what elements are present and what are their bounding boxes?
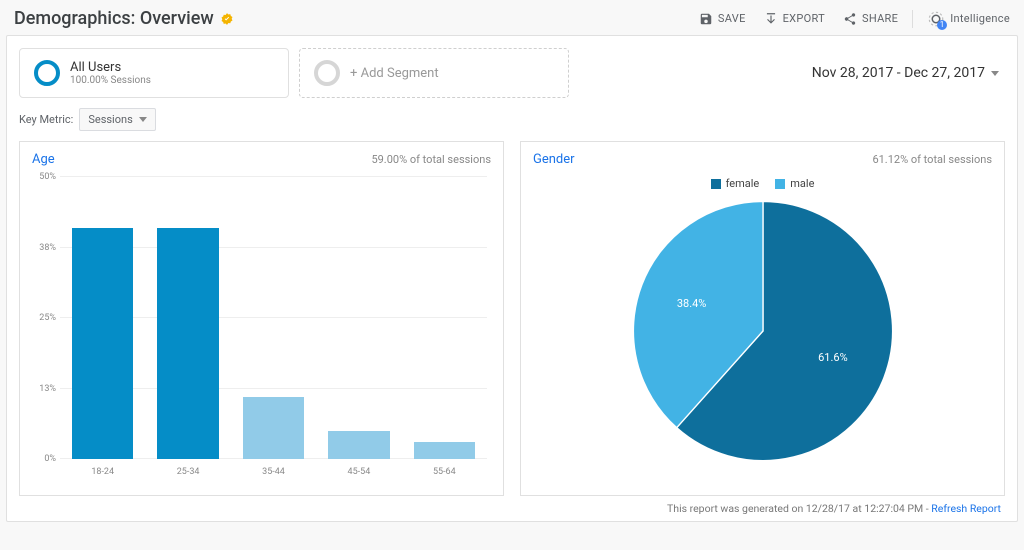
intelligence-label: Intelligence — [950, 12, 1010, 25]
report-footer: This report was generated on 12/28/17 at… — [19, 496, 1005, 515]
add-segment-label: + Add Segment — [350, 66, 439, 81]
legend-label: female — [726, 177, 760, 190]
export-button[interactable]: Export — [764, 12, 825, 26]
share-icon — [843, 12, 857, 26]
segment-ring-icon — [34, 60, 60, 86]
key-metric-value: Sessions — [88, 113, 132, 126]
legend-item[interactable]: female — [711, 177, 760, 190]
refresh-report-link[interactable]: Refresh Report — [931, 502, 1001, 515]
footer-text: This report was generated on 12/28/17 at… — [667, 502, 931, 515]
age-bar[interactable] — [414, 442, 475, 459]
segment-all-users[interactable]: All Users 100.00% Sessions — [19, 48, 289, 98]
share-label: Share — [862, 12, 898, 25]
age-bar-label: 25-34 — [177, 467, 200, 477]
segment-sub: 100.00% Sessions — [70, 75, 151, 86]
gender-panel: Gender 61.12% of total sessions female ma… — [520, 141, 1005, 496]
save-icon — [699, 12, 713, 26]
save-button[interactable]: Save — [699, 12, 746, 26]
age-bar[interactable] — [328, 431, 389, 459]
chevron-down-icon — [991, 71, 999, 76]
legend-label: male — [790, 177, 814, 190]
key-metric-dropdown[interactable]: Sessions — [79, 108, 155, 131]
age-bar[interactable] — [72, 228, 133, 459]
segment-name: All Users — [70, 60, 151, 75]
add-segment-button[interactable]: + Add Segment — [299, 48, 569, 98]
age-bar[interactable] — [157, 228, 218, 459]
segment-ring-placeholder-icon — [314, 60, 340, 86]
key-metric-label: Key Metric: — [19, 113, 73, 126]
export-icon — [764, 12, 778, 26]
intelligence-icon: 1 — [927, 10, 945, 28]
verified-icon — [220, 12, 234, 26]
legend-item[interactable]: male — [775, 177, 814, 190]
pie-slice-label: 61.6% — [818, 351, 848, 364]
age-bar-label: 45-54 — [348, 467, 371, 477]
age-bar-label: 55-64 — [433, 467, 456, 477]
age-bar[interactable] — [243, 397, 304, 459]
date-range-picker[interactable]: Nov 28, 2017 - Dec 27, 2017 — [812, 65, 999, 81]
date-range-text: Nov 28, 2017 - Dec 27, 2017 — [812, 65, 985, 81]
age-title[interactable]: Age — [32, 152, 55, 167]
gender-subtitle: 61.12% of total sessions — [872, 153, 992, 166]
pie-slice-label: 38.4% — [677, 297, 707, 310]
age-subtitle: 59.00% of total sessions — [371, 153, 491, 166]
age-bar-label: 18-24 — [91, 467, 114, 477]
intel-badge: 1 — [937, 20, 947, 30]
age-bar-label: 35-44 — [262, 467, 285, 477]
page-title: Demographics: Overview — [14, 8, 214, 29]
gender-pie-chart: 61.6% 38.4% — [628, 196, 898, 466]
intelligence-button[interactable]: 1 Intelligence — [912, 10, 1010, 28]
share-button[interactable]: Share — [843, 12, 898, 26]
save-label: Save — [718, 12, 746, 25]
export-label: Export — [783, 12, 825, 25]
age-panel: Age 59.00% of total sessions 0%13%25%38%… — [19, 141, 504, 496]
legend-swatch — [711, 179, 721, 189]
legend-swatch — [775, 179, 785, 189]
chevron-down-icon — [139, 117, 147, 122]
gender-legend: female male — [711, 177, 815, 190]
age-bar-chart: 0%13%25%38%50% 18-2425-3435-4445-5455-64 — [32, 177, 491, 487]
gender-title[interactable]: Gender — [533, 152, 575, 167]
